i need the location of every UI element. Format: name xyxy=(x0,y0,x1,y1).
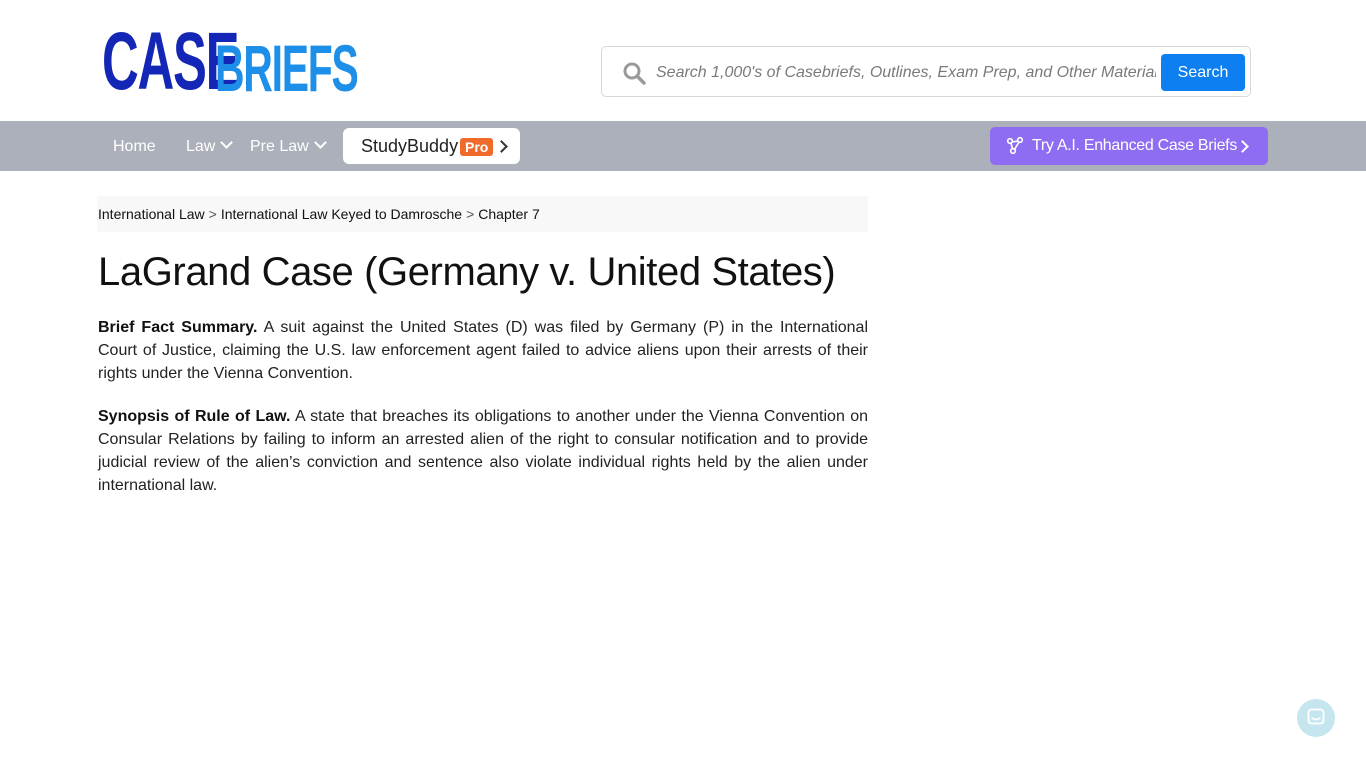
studybuddy-pro-button[interactable]: StudyBuddy Pro xyxy=(343,128,520,164)
breadcrumb-link[interactable]: Chapter 7 xyxy=(478,206,539,222)
search-icon xyxy=(623,62,646,85)
brief-fact-summary: Brief Fact Summary. A suit against the U… xyxy=(98,316,868,385)
studybuddy-label: StudyBuddy xyxy=(361,136,459,156)
section-heading: Synopsis of Rule of Law. xyxy=(98,408,291,425)
nav-item-label: Home xyxy=(113,138,156,155)
nav-item-home[interactable]: Home xyxy=(113,121,156,171)
chevron-down-icon xyxy=(313,136,327,149)
search-bar: Search xyxy=(601,46,1251,97)
chevron-right-icon xyxy=(1236,140,1249,153)
breadcrumb-link[interactable]: International Law Keyed to Damrosche xyxy=(221,206,462,222)
breadcrumb-separator: > xyxy=(466,206,475,222)
chat-launcher-button[interactable] xyxy=(1297,699,1335,737)
logo-briefs-text: BRIEFS xyxy=(215,31,359,105)
search-input[interactable] xyxy=(654,55,1158,91)
ai-button-label: Try A.I. Enhanced Case Briefs xyxy=(1032,137,1238,154)
nav-item-label: Law xyxy=(186,138,216,155)
ai-enhanced-briefs-button[interactable]: Try A.I. Enhanced Case Briefs xyxy=(990,127,1268,165)
nav-item-label: Pre Law xyxy=(250,138,309,155)
chat-icon xyxy=(1307,708,1325,725)
pro-badge: Pro xyxy=(460,138,494,156)
site-header: CASE BRIEFS Search xyxy=(0,0,1366,121)
casebriefs-logo[interactable]: CASE BRIEFS xyxy=(102,20,359,106)
section-heading: Brief Fact Summary. xyxy=(98,319,258,336)
nav-item-law[interactable]: Law xyxy=(186,121,234,171)
breadcrumb: International Law > International Law Keye… xyxy=(97,196,868,232)
search-button[interactable]: Search xyxy=(1161,54,1245,91)
breadcrumb-link[interactable]: International Law xyxy=(98,206,205,222)
breadcrumb-separator: > xyxy=(208,206,217,222)
chevron-down-icon xyxy=(220,136,234,149)
nav-item-pre-law[interactable]: Pre Law xyxy=(250,121,327,171)
chevron-right-icon xyxy=(495,140,508,153)
ai-sparkle-icon xyxy=(1006,136,1024,155)
page-title: LaGrand Case (Germany v. United States) xyxy=(98,250,836,294)
synopsis-of-rule-of-law: Synopsis of Rule of Law. A state that br… xyxy=(98,405,868,497)
